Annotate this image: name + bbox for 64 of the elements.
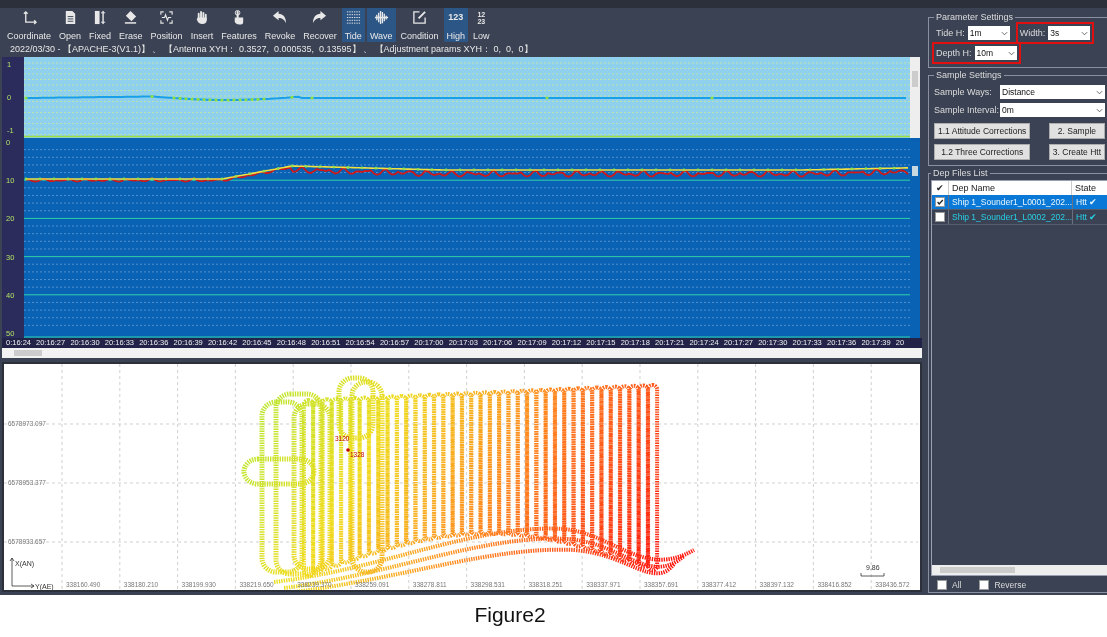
action-button[interactable]: 1.2 Three Corrections <box>934 144 1031 160</box>
columns-icon <box>92 10 108 25</box>
chevron-icon <box>1007 50 1015 56</box>
field-label: Depth H: <box>936 48 972 58</box>
file-name: Ship 1_Sounder1_L0002_202... <box>948 210 1073 224</box>
chevron-icon <box>1096 107 1103 113</box>
dropdown[interactable]: 10m <box>974 46 1017 60</box>
toolbar-button[interactable]: Recover <box>300 8 340 42</box>
toolbar-button[interactable]: Condition <box>397 8 442 42</box>
section-title: Parameter Settings <box>935 12 1015 22</box>
scale-bar <box>860 572 885 577</box>
action-button[interactable]: 2. Sample <box>1048 123 1105 139</box>
horizontal-scrollbar[interactable] <box>2 348 922 358</box>
waveform-icon <box>159 10 175 25</box>
edit-icon <box>412 10 428 25</box>
checkbox-option[interactable]: All <box>937 580 962 590</box>
dropdown[interactable]: Distance <box>1000 85 1105 99</box>
toolbar-button[interactable]: Position <box>147 8 186 42</box>
checkbox[interactable] <box>935 197 945 207</box>
field-label: Tide H: <box>936 28 965 38</box>
action-button[interactable]: 3. Create Htt <box>1048 144 1105 160</box>
dropdown[interactable]: 0m <box>1000 103 1105 117</box>
toolbar-button[interactable]: Open <box>56 8 85 42</box>
waveform-icon <box>373 10 389 25</box>
toolbar-button[interactable]: Revoke <box>261 8 299 42</box>
axes-arrow-icon <box>9 557 35 589</box>
file-name: Ship 1_Sounder1_L0001_202... <box>948 195 1073 209</box>
dropdown[interactable]: 3s <box>1048 26 1091 40</box>
file-state: Htt ✔ <box>1072 195 1107 209</box>
undo-icon <box>272 10 288 25</box>
axes-icon <box>21 10 37 25</box>
toolbar-button[interactable]: 123 High <box>443 8 469 42</box>
info-line: 2022/03/30 - 【APACHE-3(V1.1)】 、 【Antenna XYH： 0.3527, 0.000535, 0.13595】 、 【Adjustment params XYH： 0, 0, 0】 <box>9 43 534 56</box>
number-icon: 123 <box>448 10 464 25</box>
file-row[interactable]: Ship 1_Sounder1_L0001_202... Htt ✔ <box>932 195 1107 210</box>
horizontal-scrollbar[interactable] <box>932 565 1107 575</box>
hand-icon <box>194 10 210 25</box>
vertical-scrollbar[interactable] <box>910 57 920 138</box>
toolbar-button[interactable]: Insert <box>187 8 217 42</box>
file-row[interactable]: Ship 1_Sounder1_L0002_202... Htt ✔ <box>932 210 1107 225</box>
checkbox[interactable] <box>935 212 945 222</box>
section-title: Sample Settings <box>935 70 1003 80</box>
field-label: Width: <box>1019 28 1046 38</box>
figure-caption: Figure2 <box>473 602 547 628</box>
vertical-scrollbar[interactable] <box>910 138 920 338</box>
toolbar-button[interactable]: Wave <box>366 8 396 42</box>
point-marker <box>346 448 350 452</box>
chevron-icon <box>1000 30 1008 36</box>
eraser-icon <box>123 10 139 25</box>
action-button[interactable]: 1.1 Attitude Corrections <box>934 123 1031 139</box>
dropdown[interactable]: 1m <box>967 26 1010 40</box>
chevron-icon <box>1096 89 1103 95</box>
section-title: Dep Files List <box>932 168 989 178</box>
chevron-icon <box>1081 30 1089 36</box>
redo-icon <box>312 10 328 25</box>
file-state: Htt ✔ <box>1072 210 1107 224</box>
toolbar-button[interactable]: Fixed <box>86 8 115 42</box>
toolbar-button[interactable]: Coordinate <box>4 8 55 42</box>
checkbox-option[interactable]: Reverse <box>979 580 1027 590</box>
grid-icon <box>345 10 361 25</box>
field-label: Sample Ways: <box>934 87 993 97</box>
toolbar-button[interactable]: Tide <box>341 8 365 42</box>
toolbar-button[interactable]: Erase <box>116 8 146 42</box>
toolbar-button[interactable]: Features <box>218 8 260 42</box>
